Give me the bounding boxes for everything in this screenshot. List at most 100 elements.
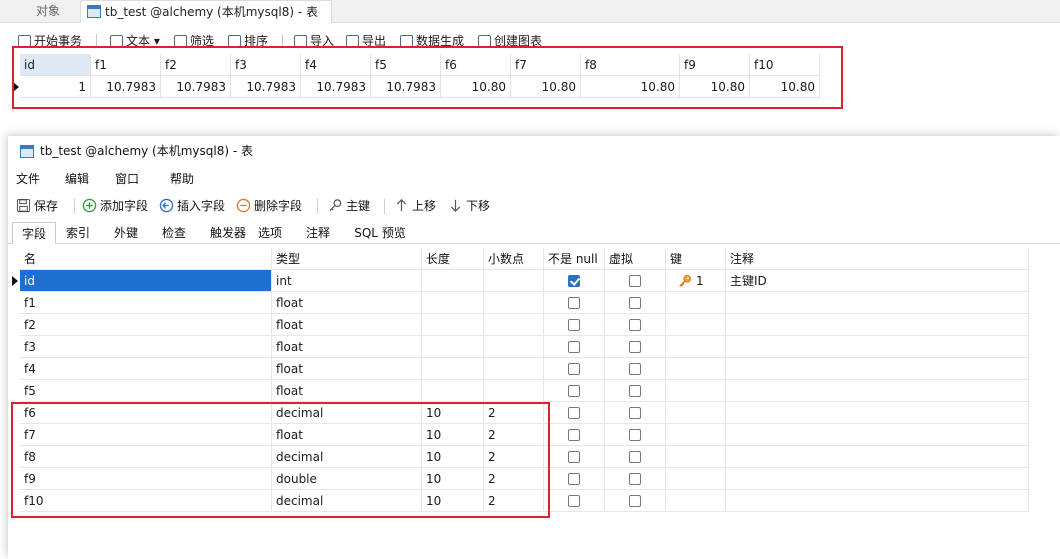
column-header-not-null[interactable]: 不是 null	[544, 248, 605, 270]
field-name-cell[interactable]: f1	[20, 292, 272, 314]
cell-f7[interactable]: 10.80	[511, 76, 581, 98]
field-length-cell[interactable]: 10	[422, 424, 484, 446]
column-header-name[interactable]: 名	[20, 248, 272, 270]
field-not-null-cell[interactable]	[544, 380, 605, 402]
column-header-f9[interactable]: f9	[680, 54, 750, 76]
field-type-cell[interactable]: decimal	[272, 490, 422, 512]
field-not-null-cell[interactable]	[544, 446, 605, 468]
field-key-cell[interactable]	[666, 314, 726, 336]
move-down-button[interactable]: 下移	[448, 194, 490, 218]
field-type-cell[interactable]: decimal	[272, 402, 422, 424]
field-length-cell[interactable]	[422, 292, 484, 314]
field-not-null-cell[interactable]	[544, 468, 605, 490]
field-virtual-cell[interactable]	[605, 270, 666, 292]
column-header-f8[interactable]: f8	[581, 54, 680, 76]
field-comment-cell[interactable]	[726, 402, 1029, 424]
field-virtual-cell[interactable]	[605, 446, 666, 468]
field-length-cell[interactable]	[422, 358, 484, 380]
not-null-checkbox[interactable]	[567, 363, 580, 375]
field-length-cell[interactable]: 10	[422, 468, 484, 490]
virtual-checkbox[interactable]	[628, 473, 641, 485]
field-length-cell[interactable]: 10	[422, 402, 484, 424]
not-null-checkbox[interactable]	[567, 429, 580, 441]
menu-help[interactable]: 帮助	[170, 168, 194, 190]
field-virtual-cell[interactable]	[605, 358, 666, 380]
field-name-cell[interactable]: f5	[20, 380, 272, 402]
field-decimals-cell[interactable]	[484, 270, 544, 292]
virtual-checkbox[interactable]	[628, 407, 641, 419]
field-type-cell[interactable]: float	[272, 314, 422, 336]
field-name-cell[interactable]: id	[20, 270, 272, 292]
field-decimals-cell[interactable]: 2	[484, 446, 544, 468]
column-header-f3[interactable]: f3	[231, 54, 301, 76]
move-up-button[interactable]: 上移	[394, 194, 436, 218]
field-decimals-cell[interactable]	[484, 380, 544, 402]
field-type-cell[interactable]: float	[272, 292, 422, 314]
tab-options[interactable]: 选项	[252, 222, 288, 244]
not-null-checkbox[interactable]	[567, 451, 580, 463]
tab-fields[interactable]: 字段	[12, 222, 56, 244]
field-comment-cell[interactable]	[726, 292, 1029, 314]
column-header-f6[interactable]: f6	[441, 54, 511, 76]
field-length-cell[interactable]	[422, 314, 484, 336]
not-null-checkbox[interactable]	[567, 319, 580, 331]
not-null-checkbox[interactable]	[567, 385, 580, 397]
not-null-checkbox[interactable]	[567, 275, 580, 287]
field-key-cell[interactable]	[666, 380, 726, 402]
cell-f5[interactable]: 10.7983	[371, 76, 441, 98]
not-null-checkbox[interactable]	[567, 473, 580, 485]
not-null-checkbox[interactable]	[567, 407, 580, 419]
field-virtual-cell[interactable]	[605, 490, 666, 512]
column-header-f5[interactable]: f5	[371, 54, 441, 76]
filter-button[interactable]: 筛选	[172, 30, 214, 50]
field-type-cell[interactable]: float	[272, 358, 422, 380]
delete-field-button[interactable]: 删除字段	[236, 194, 302, 218]
field-key-cell[interactable]	[666, 292, 726, 314]
field-virtual-cell[interactable]	[605, 468, 666, 490]
tab-sql-preview[interactable]: SQL 预览	[348, 222, 412, 244]
field-type-cell[interactable]: decimal	[272, 446, 422, 468]
field-virtual-cell[interactable]	[605, 402, 666, 424]
field-decimals-cell[interactable]: 2	[484, 490, 544, 512]
virtual-checkbox[interactable]	[628, 319, 641, 331]
virtual-checkbox[interactable]	[628, 341, 641, 353]
field-name-cell[interactable]: f6	[20, 402, 272, 424]
menu-file[interactable]: 文件	[16, 168, 40, 190]
cell-f2[interactable]: 10.7983	[161, 76, 231, 98]
column-header-id[interactable]: id	[20, 54, 91, 76]
not-null-checkbox[interactable]	[567, 495, 580, 507]
field-type-cell[interactable]: double	[272, 468, 422, 490]
tab-checks[interactable]: 检查	[156, 222, 192, 244]
sort-button[interactable]: 排序	[226, 30, 268, 50]
text-view-button[interactable]: 文本 ▾	[108, 30, 160, 50]
column-header-decimals[interactable]: 小数点	[484, 248, 544, 270]
field-type-cell[interactable]: float	[272, 336, 422, 358]
menu-window[interactable]: 窗口	[115, 168, 139, 190]
field-comment-cell[interactable]	[726, 424, 1029, 446]
field-length-cell[interactable]: 10	[422, 490, 484, 512]
field-length-cell[interactable]	[422, 270, 484, 292]
field-virtual-cell[interactable]	[605, 336, 666, 358]
cell-f9[interactable]: 10.80	[680, 76, 750, 98]
field-name-cell[interactable]: f3	[20, 336, 272, 358]
tab-foreign-keys[interactable]: 外键	[108, 222, 144, 244]
save-button[interactable]: 保存	[16, 194, 58, 218]
field-type-cell[interactable]: int	[272, 270, 422, 292]
column-header-f1[interactable]: f1	[91, 54, 161, 76]
cell-id[interactable]: 1	[20, 76, 91, 98]
field-length-cell[interactable]	[422, 380, 484, 402]
add-field-button[interactable]: 添加字段	[82, 194, 148, 218]
field-virtual-cell[interactable]	[605, 314, 666, 336]
field-decimals-cell[interactable]	[484, 292, 544, 314]
tab-table-data[interactable]: tb_test @alchemy (本机mysql8) - 表	[80, 0, 332, 23]
field-not-null-cell[interactable]	[544, 336, 605, 358]
virtual-checkbox[interactable]	[628, 429, 641, 441]
field-comment-cell[interactable]	[726, 468, 1029, 490]
field-length-cell[interactable]: 10	[422, 446, 484, 468]
virtual-checkbox[interactable]	[628, 495, 641, 507]
field-key-cell[interactable]	[666, 358, 726, 380]
not-null-checkbox[interactable]	[567, 341, 580, 353]
insert-field-button[interactable]: 插入字段	[159, 194, 225, 218]
field-comment-cell[interactable]	[726, 490, 1029, 512]
field-comment-cell[interactable]	[726, 446, 1029, 468]
